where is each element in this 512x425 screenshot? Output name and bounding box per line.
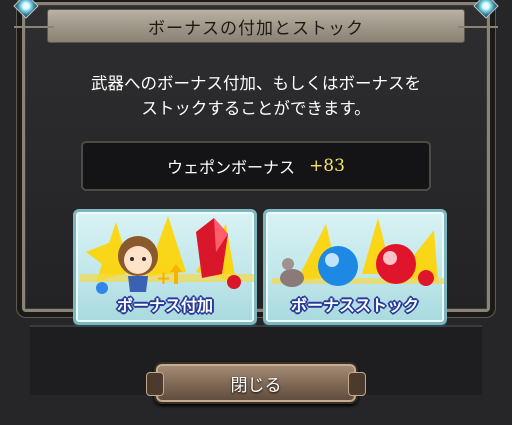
description-line-1: 武器へのボーナス付加、もしくはボーナスを [91, 74, 421, 93]
stock-bonus-label: ボーナスストック [290, 296, 419, 315]
weapon-bonus-value: +83 [309, 156, 345, 176]
add-bonus-button[interactable]: + ボーナス付加 [73, 209, 257, 325]
svg-text:+: + [156, 268, 171, 289]
dialog-title-bar: ボーナスの付加とストック [14, 9, 498, 43]
stock-bonus-button[interactable]: ボーナスストック [263, 209, 447, 325]
close-button[interactable]: 閉じる [146, 362, 366, 404]
character-with-red-crystal-icon: + [80, 216, 254, 294]
blue-and-red-orbs-icon [272, 218, 444, 287]
dialog-title: ボーナスの付加とストック [148, 18, 364, 39]
dialog-description: 武器へのボーナス付加、もしくはボーナスを ストックすることができます。 [25, 71, 487, 121]
add-bonus-label: ボーナス付加 [116, 296, 213, 315]
weapon-bonus-display: ウェポンボーナス +83 [81, 141, 431, 191]
title-ornament [14, 26, 54, 28]
close-button-label: 閉じる [230, 375, 282, 396]
bonus-dialog: ボーナスの付加とストック 武器へのボーナス付加、もしくはボーナスを ストックする… [13, 0, 499, 325]
description-line-2: ストックすることができます。 [141, 99, 371, 118]
weapon-bonus-label: ウェポンボーナス [167, 158, 296, 177]
title-ornament [458, 26, 498, 28]
